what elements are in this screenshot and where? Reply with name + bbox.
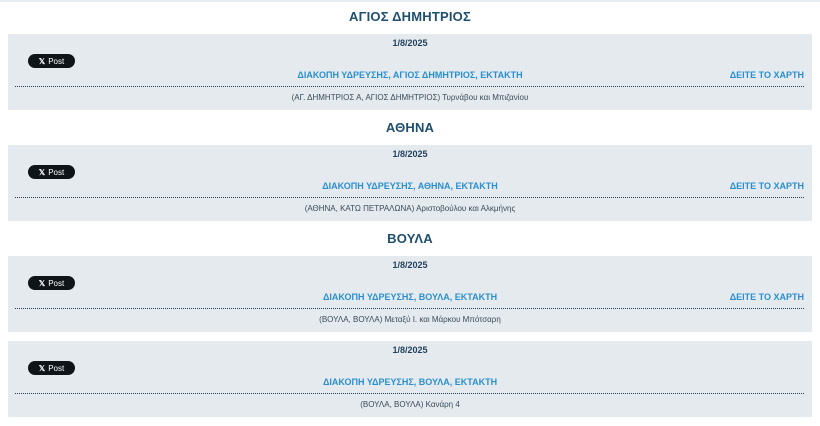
post-label: Post — [48, 167, 65, 177]
view-map-link[interactable]: ΔΕΙΤΕ ΤΟ ΧΑΡΤΗ — [730, 181, 804, 191]
outage-description: (ΒΟΥΛΑ, ΒΟΥΛΑ) Κανάρη 4 — [360, 400, 460, 409]
outage-date: 1/8/2025 — [392, 260, 428, 270]
x-logo-icon: 𝕏 — [38, 363, 46, 373]
dotted-divider — [15, 197, 804, 198]
section-title: ΑΓΙΟΣ ΔΗΜΗΤΡΙΟΣ — [349, 9, 471, 24]
x-logo-icon: 𝕏 — [38, 56, 46, 66]
outage-description: (ΑΘΗΝΑ, ΚΑΤΩ ΠΕΤΡΑΛΩΝΑ) Αριστοβούλου και… — [304, 204, 516, 213]
dotted-divider — [15, 393, 804, 394]
post-label: Post — [48, 56, 65, 66]
view-map-link[interactable]: ΔΕΙΤΕ ΤΟ ΧΑΡΤΗ — [730, 292, 804, 302]
outage-date: 1/8/2025 — [392, 38, 428, 48]
outage-description: (ΒΟΥΛΑ, ΒΟΥΛΑ) Μεταξύ Ι. και Μάρκου Μπότ… — [319, 315, 501, 324]
outage-date: 1/8/2025 — [392, 345, 428, 355]
view-map-link[interactable]: ΔΕΙΤΕ ΤΟ ΧΑΡΤΗ — [730, 70, 804, 80]
section-title: ΒΟΥΛΑ — [387, 231, 433, 246]
outage-description: (ΑΓ. ΔΗΜΗΤΡΙΟΣ Α, ΑΓΙΟΣ ΔΗΜΗΤΡΙΟΣ) Τυρνά… — [291, 93, 529, 102]
section-title: ΑΘΗΝΑ — [385, 120, 435, 135]
outage-title-link[interactable]: ΔΙΑΚΟΠΗ ΥΔΡΕΥΣΗΣ, ΒΟΥΛΑ, ΕΚΤΑΚΤΗ — [8, 292, 812, 302]
x-post-button[interactable]: 𝕏 Post — [28, 165, 75, 179]
outage-card: 1/8/2025 𝕏 Post ΔΙΑΚΟΠΗ ΥΔΡΕΥΣΗΣ, ΒΟΥΛΑ,… — [8, 341, 812, 417]
top-divider — [0, 0, 820, 2]
outage-title-link[interactable]: ΔΙΑΚΟΠΗ ΥΔΡΕΥΣΗΣ, ΑΓΙΟΣ ΔΗΜΗΤΡΙΟΣ, ΕΚΤΑΚ… — [8, 70, 812, 80]
post-label: Post — [48, 278, 65, 288]
x-post-button[interactable]: 𝕏 Post — [28, 361, 75, 375]
x-logo-icon: 𝕏 — [38, 167, 46, 177]
outage-title-link[interactable]: ΔΙΑΚΟΠΗ ΥΔΡΕΥΣΗΣ, ΒΟΥΛΑ, ΕΚΤΑΚΤΗ — [8, 377, 812, 387]
outage-title-link[interactable]: ΔΙΑΚΟΠΗ ΥΔΡΕΥΣΗΣ, ΑΘΗΝΑ, ΕΚΤΑΚΤΗ — [8, 181, 812, 191]
x-post-button[interactable]: 𝕏 Post — [28, 54, 75, 68]
outage-card: 1/8/2025 𝕏 Post ΔΙΑΚΟΠΗ ΥΔΡΕΥΣΗΣ, ΑΘΗΝΑ,… — [8, 145, 812, 221]
dotted-divider — [15, 86, 804, 87]
x-post-button[interactable]: 𝕏 Post — [28, 276, 75, 290]
dotted-divider — [15, 308, 804, 309]
outage-card: 1/8/2025 𝕏 Post ΔΙΑΚΟΠΗ ΥΔΡΕΥΣΗΣ, ΒΟΥΛΑ,… — [8, 256, 812, 332]
x-logo-icon: 𝕏 — [38, 278, 46, 288]
outage-date: 1/8/2025 — [392, 149, 428, 159]
outage-card: 1/8/2025 𝕏 Post ΔΙΑΚΟΠΗ ΥΔΡΕΥΣΗΣ, ΑΓΙΟΣ … — [8, 34, 812, 110]
post-label: Post — [48, 363, 65, 373]
